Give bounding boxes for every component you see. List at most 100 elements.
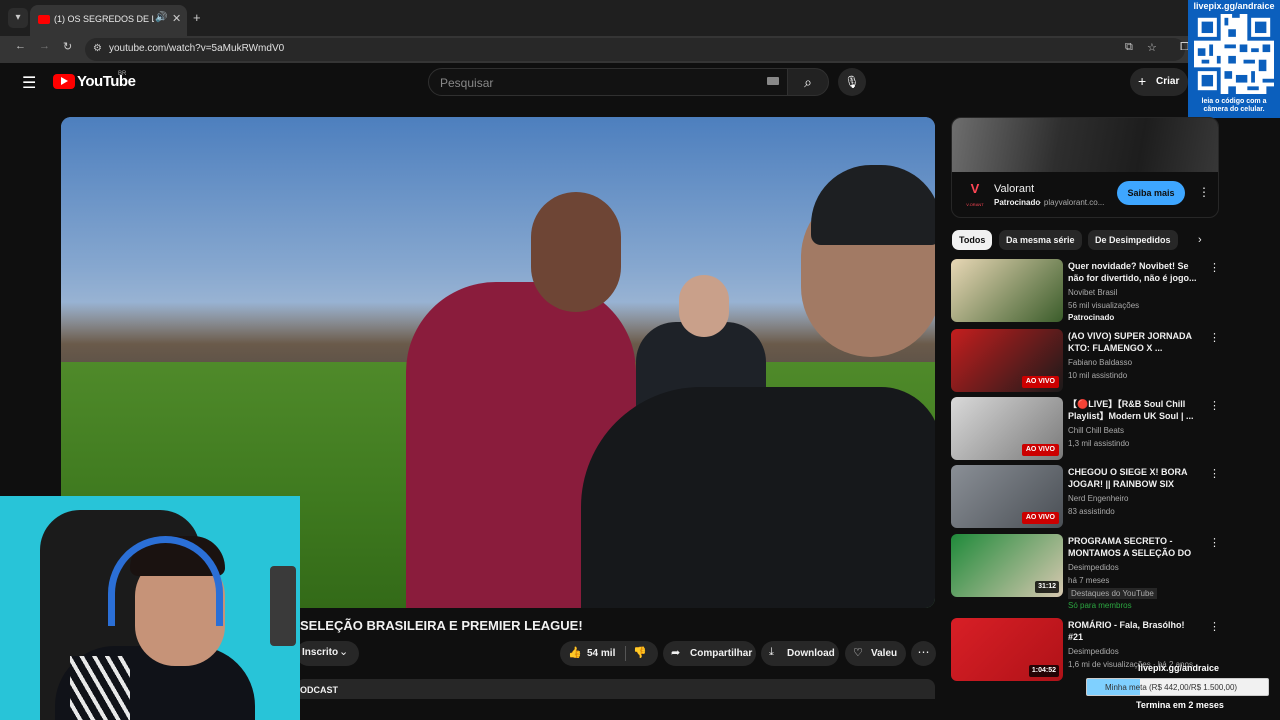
sponsored-ad-card[interactable]: V V.ORANT Valorant Patrocinado · playval…	[951, 117, 1219, 218]
browser-tab[interactable]: (1) OS SEGREDOS DE LUCA 🔊 ✕	[30, 5, 187, 36]
chevron-right-icon[interactable]: ›	[1198, 234, 1202, 246]
related-meta: há 7 meses	[1068, 576, 1110, 585]
learn-more-button[interactable]: Saiba mais	[1117, 181, 1185, 205]
related-thumbnail[interactable]: 31:12	[951, 534, 1063, 597]
related-thumbnail[interactable]: AO VIVO	[951, 465, 1063, 528]
download-label: Download	[787, 648, 835, 659]
related-video-item[interactable]: AO VIVO 【🔴LIVE】【R&B Soul Chill Playlist】M…	[951, 397, 1221, 463]
livepix-url: livepix.gg/andraice	[1138, 663, 1220, 673]
video-person-camera-head	[679, 275, 729, 337]
share-button[interactable]: ➦ Compartilhar	[663, 641, 756, 666]
subscribed-button[interactable]: Inscrito ⌄	[296, 641, 359, 666]
related-video-item[interactable]: AO VIVO (AO VIVO) SUPER JORNADA KTO: FLAM…	[951, 329, 1221, 395]
thanks-button[interactable]: ♡ Valeu	[845, 641, 906, 666]
related-meta: 83 assistindo	[1068, 507, 1115, 516]
donation-goal-ends: Termina em 2 meses	[1136, 700, 1224, 710]
like-count[interactable]: 54 mil	[587, 648, 615, 659]
create-button[interactable]: + Criar	[1130, 68, 1188, 96]
streamer-shirt-stripes	[70, 656, 130, 720]
bookmark-star-icon[interactable]: ☆	[1147, 41, 1157, 54]
related-title[interactable]: ROMÁRIO - Fala, Brasólho! #21	[1068, 619, 1198, 643]
youtube-header: ☰ YouTube BR Pesquisar ⌕ 🎙 + Criar	[0, 63, 1280, 103]
valorant-logo-text: V.ORANT	[966, 202, 984, 207]
description-box[interactable]: ODCAST	[296, 679, 935, 699]
cast-icon[interactable]: ⧉	[1125, 41, 1133, 54]
related-meta: 56 mil visualizações	[1068, 301, 1140, 310]
video-person-black-jacket	[581, 387, 935, 608]
related-channel[interactable]: Desimpedidos	[1068, 647, 1119, 656]
donation-goal-text: Minha meta (R$ 442,00/R$ 1.500,00)	[1105, 683, 1238, 692]
related-thumbnail[interactable]: AO VIVO	[951, 397, 1063, 460]
url-text: youtube.com/watch?v=5aMukRWmdV0	[109, 43, 285, 54]
speaker-icon[interactable]: 🔊	[155, 12, 167, 23]
members-only-label: Só para membros	[1068, 601, 1132, 610]
related-title[interactable]: PROGRAMA SECRETO - MONTAMOS A SELEÇÃO DO…	[1068, 535, 1198, 560]
thanks-label: Valeu	[871, 648, 898, 659]
more-options-icon[interactable]: ⋮	[1209, 536, 1220, 549]
related-extra-label: Destaques do YouTube	[1068, 588, 1157, 599]
duration-badge: 31:12	[1035, 581, 1059, 593]
keyboard-icon[interactable]	[767, 77, 779, 85]
forward-icon[interactable]: →	[39, 40, 50, 52]
related-video-item[interactable]: 1:04:52 ROMÁRIO - Fala, Brasólho! #21 Desi…	[951, 618, 1221, 684]
related-channel[interactable]: Fabiano Baldasso	[1068, 358, 1132, 367]
play-icon	[61, 77, 68, 85]
ad-banner-image[interactable]	[952, 118, 1218, 172]
site-info-icon[interactable]: ⚙	[93, 43, 102, 54]
live-badge: AO VIVO	[1021, 376, 1059, 388]
video-player-head	[531, 192, 621, 312]
related-video-item[interactable]: AO VIVO CHEGOU O SIEGE X! BORA JOGAR! || …	[951, 465, 1221, 531]
related-title[interactable]: CHEGOU O SIEGE X! BORA JOGAR! || RAINBOW…	[1068, 466, 1198, 491]
related-meta: 1,3 mil assistindo	[1068, 439, 1130, 448]
search-button[interactable]: ⌕	[787, 68, 829, 96]
chip-same-series[interactable]: Da mesma série	[999, 230, 1082, 250]
divider	[625, 646, 626, 661]
share-label: Compartilhar	[690, 648, 753, 659]
related-channel[interactable]: Chill Chill Beats	[1068, 426, 1124, 435]
address-toolbar: ← → ↻ ⚙ youtube.com/watch?v=5aMukRWmdV0 …	[0, 36, 1280, 63]
related-thumbnail[interactable]	[951, 259, 1063, 322]
tab-search-icon[interactable]: ▾	[8, 8, 28, 28]
ad-domain: · playvalorant.co...	[1039, 198, 1105, 207]
chip-from-channel[interactable]: De Desimpedidos	[1088, 230, 1178, 250]
more-options-icon[interactable]: ⋮	[1209, 467, 1220, 480]
more-options-icon[interactable]: ⋮	[1209, 331, 1220, 344]
more-options-icon[interactable]: ⋮	[1209, 399, 1220, 412]
ad-title: Valorant	[994, 183, 1035, 195]
donation-goal-bar: Minha meta (R$ 442,00/R$ 1.500,00)	[1086, 678, 1269, 696]
share-icon: ➦	[671, 647, 681, 659]
description-text: ODCAST	[300, 685, 338, 695]
youtube-logo-text[interactable]: YouTube	[77, 73, 136, 90]
microphone-icon[interactable]: 🎙	[838, 68, 866, 96]
microphone-stand	[270, 566, 296, 646]
related-title[interactable]: 【🔴LIVE】【R&B Soul Chill Playlist】Modern U…	[1068, 398, 1198, 422]
more-actions-icon[interactable]: ⋯	[911, 641, 936, 666]
search-input[interactable]: Pesquisar	[428, 68, 788, 96]
reload-icon[interactable]: ↻	[63, 40, 72, 53]
country-code: BR	[118, 71, 127, 77]
related-thumbnail[interactable]: AO VIVO	[951, 329, 1063, 392]
youtube-logo-icon[interactable]	[53, 74, 75, 89]
related-channel[interactable]: Desimpedidos	[1068, 563, 1119, 572]
download-button[interactable]: ⤓ Download	[761, 641, 839, 666]
related-channel[interactable]: Novibet Brasil	[1068, 288, 1117, 297]
close-icon[interactable]: ✕	[172, 12, 181, 25]
related-thumbnail[interactable]: 1:04:52	[951, 618, 1063, 681]
like-icon[interactable]: 👍	[568, 646, 582, 659]
address-bar[interactable]: ⚙ youtube.com/watch?v=5aMukRWmdV0 ⧉ ☆ ⧠	[85, 38, 1189, 61]
new-tab-icon[interactable]: +	[193, 10, 201, 25]
chip-all[interactable]: Todos	[952, 230, 993, 250]
search-placeholder: Pesquisar	[440, 76, 494, 90]
back-icon[interactable]: ←	[15, 40, 26, 52]
related-video-item[interactable]: Quer novidade? Novibet! Se não for diver…	[951, 259, 1221, 325]
more-options-icon[interactable]: ⋮	[1209, 261, 1220, 274]
hamburger-menu-icon[interactable]: ☰	[22, 73, 36, 93]
related-channel[interactable]: Nerd Engenheiro	[1068, 494, 1128, 503]
related-video-item[interactable]: 31:12 PROGRAMA SECRETO - MONTAMOS A SELEÇ…	[951, 534, 1221, 610]
dislike-icon[interactable]: 👎	[633, 646, 647, 659]
related-title[interactable]: Quer novidade? Novibet! Se não for diver…	[1068, 260, 1198, 284]
more-options-icon[interactable]: ⋮	[1198, 185, 1210, 199]
related-title[interactable]: (AO VIVO) SUPER JORNADA KTO: FLAMENGO X …	[1068, 330, 1198, 354]
webcam-overlay	[0, 496, 300, 720]
more-options-icon[interactable]: ⋮	[1209, 620, 1220, 633]
